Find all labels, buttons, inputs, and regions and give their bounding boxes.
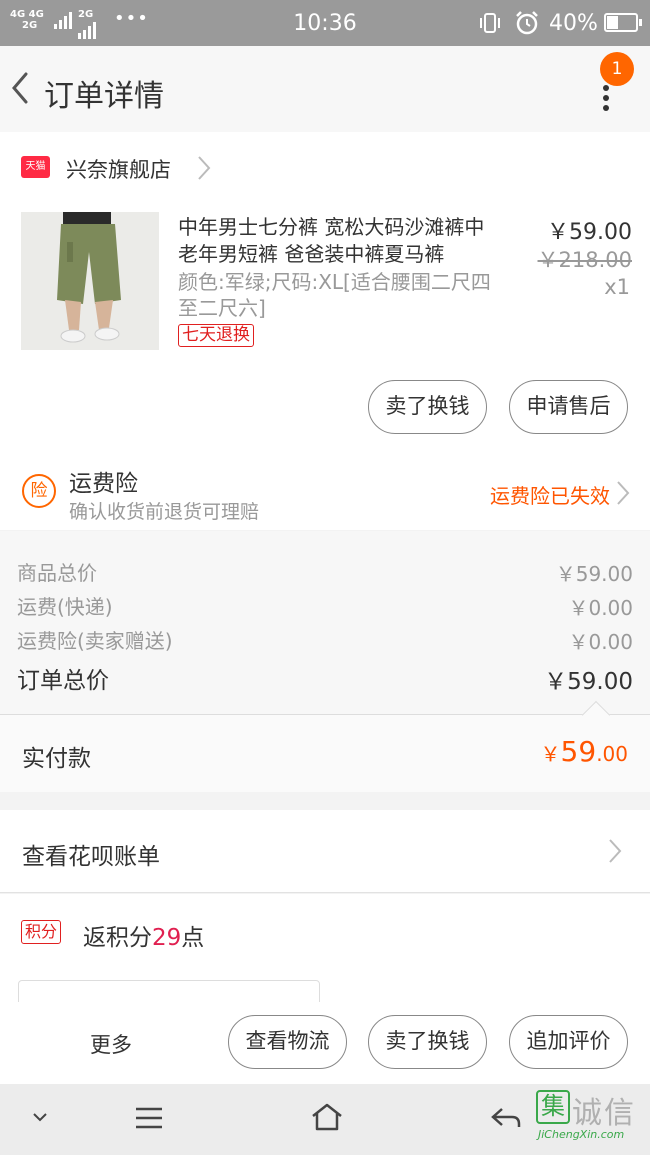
back-arrow-icon[interactable] — [4, 68, 38, 108]
battery-percent: 40% — [549, 11, 598, 36]
insurance-title: 运费险 — [69, 471, 138, 497]
summary-label-goods: 商品总价 — [17, 561, 97, 585]
points-badge: 积分 — [21, 920, 62, 944]
insurance-subtitle: 确认收货前退货可理赔 — [69, 501, 260, 523]
more-button[interactable]: 更多 — [90, 1029, 132, 1059]
product-title[interactable]: 中年男士七分裤 宽松大码沙滩裤中老年男短裤 爸爸装中裤夏马裤 — [178, 214, 498, 268]
summary-label-insurance: 运费险(卖家赠送) — [17, 629, 173, 653]
tmall-logo: 天猫 — [21, 156, 50, 178]
summary-label-total: 订单总价 — [17, 668, 109, 694]
watermark-text: 诚信 — [572, 1096, 636, 1131]
message-count-badge[interactable]: 1 — [600, 52, 634, 86]
actual-payment-amount: ￥59.00 — [541, 735, 628, 768]
battery-fill — [607, 16, 619, 29]
vibrate-icon — [480, 13, 500, 33]
chevron-right-icon — [617, 481, 630, 505]
amount-integer: 59 — [560, 735, 597, 768]
product-thumbnail[interactable] — [21, 212, 159, 350]
watermark-url: JiChengXin.com — [538, 1128, 625, 1141]
view-logistics-button[interactable]: 查看物流 — [228, 1015, 347, 1069]
points-suffix: 点 — [181, 925, 205, 951]
system-nav-bar: 集 诚信 JiChengXin.com — [0, 1084, 650, 1155]
insurance-status[interactable]: 运费险已失效 — [490, 480, 610, 509]
home-icon[interactable] — [310, 1102, 344, 1132]
menu-icon[interactable] — [134, 1106, 164, 1130]
chevron-down-icon[interactable] — [30, 1110, 50, 1124]
summary-value-shipping: ￥0.00 — [568, 596, 633, 620]
watermark-logo: 集 诚信 JiChengXin.com — [534, 1090, 650, 1155]
currency-symbol: ￥ — [540, 742, 561, 766]
product-card[interactable]: 中年男士七分裤 宽松大码沙滩裤中老年男短裤 爸爸装中裤夏马裤 颜色:军绿;尺码:… — [0, 204, 650, 448]
insurance-icon: 险 — [22, 474, 56, 508]
status-bar: 4G 4G 2G 2G ••• 10:36 40% — [0, 0, 650, 46]
points-text: 返积分29点 — [83, 918, 204, 952]
huabei-bill-label[interactable]: 查看花呗账单 — [22, 837, 160, 871]
resell-button-bottom[interactable]: 卖了换钱 — [368, 1015, 487, 1069]
summary-value-total: ￥59.00 — [544, 669, 633, 695]
price-summary: 商品总价 ￥59.00 运费(快递) ￥0.00 运费险(卖家赠送) ￥0.00… — [0, 531, 650, 714]
summary-label-shipping: 运费(快递) — [17, 595, 113, 619]
amount-decimal: .00 — [596, 742, 628, 766]
seven-day-return-tag: 七天退换 — [178, 324, 254, 347]
add-review-button[interactable]: 追加评价 — [509, 1015, 628, 1069]
chevron-right-icon — [609, 839, 622, 863]
actual-payment-row: 实付款 ￥59.00 — [0, 700, 650, 792]
shop-row[interactable]: 天猫 兴奈旗舰店 — [0, 132, 650, 204]
product-price: ￥59.00 — [547, 220, 632, 245]
page-title: 订单详情 — [44, 79, 164, 114]
after-sale-button[interactable]: 申请售后 — [509, 380, 628, 434]
watermark-icon: 集 — [536, 1090, 570, 1124]
product-sku: 颜色:军绿;尺码:XL[适合腰围二尺四至二尺六] — [178, 270, 491, 320]
nav-header: 订单详情 1 — [0, 46, 650, 132]
shop-name[interactable]: 兴奈旗舰店 — [66, 154, 171, 184]
actual-payment-label: 实付款 — [22, 746, 91, 772]
battery-icon — [604, 13, 642, 32]
summary-value-insurance: ￥0.00 — [568, 630, 633, 654]
summary-value-goods: ￥59.00 — [555, 562, 633, 586]
huabei-bill-row[interactable]: 查看花呗账单 — [0, 810, 650, 893]
chevron-right-icon — [198, 156, 211, 180]
points-count: 29 — [152, 925, 182, 951]
more-menu-icon[interactable] — [596, 82, 616, 118]
product-quantity: x1 — [604, 275, 630, 299]
points-prefix: 返积分 — [83, 925, 152, 951]
bottom-action-bar: 更多 查看物流 卖了换钱 追加评价 — [0, 1002, 650, 1084]
resell-button[interactable]: 卖了换钱 — [368, 380, 487, 434]
alarm-icon — [516, 11, 538, 35]
product-original-price: ￥218.00 — [537, 248, 632, 272]
shipping-insurance-row[interactable]: 险 运费险 确认收货前退货可理赔 运费险已失效 — [0, 448, 650, 530]
back-icon[interactable] — [490, 1106, 522, 1130]
